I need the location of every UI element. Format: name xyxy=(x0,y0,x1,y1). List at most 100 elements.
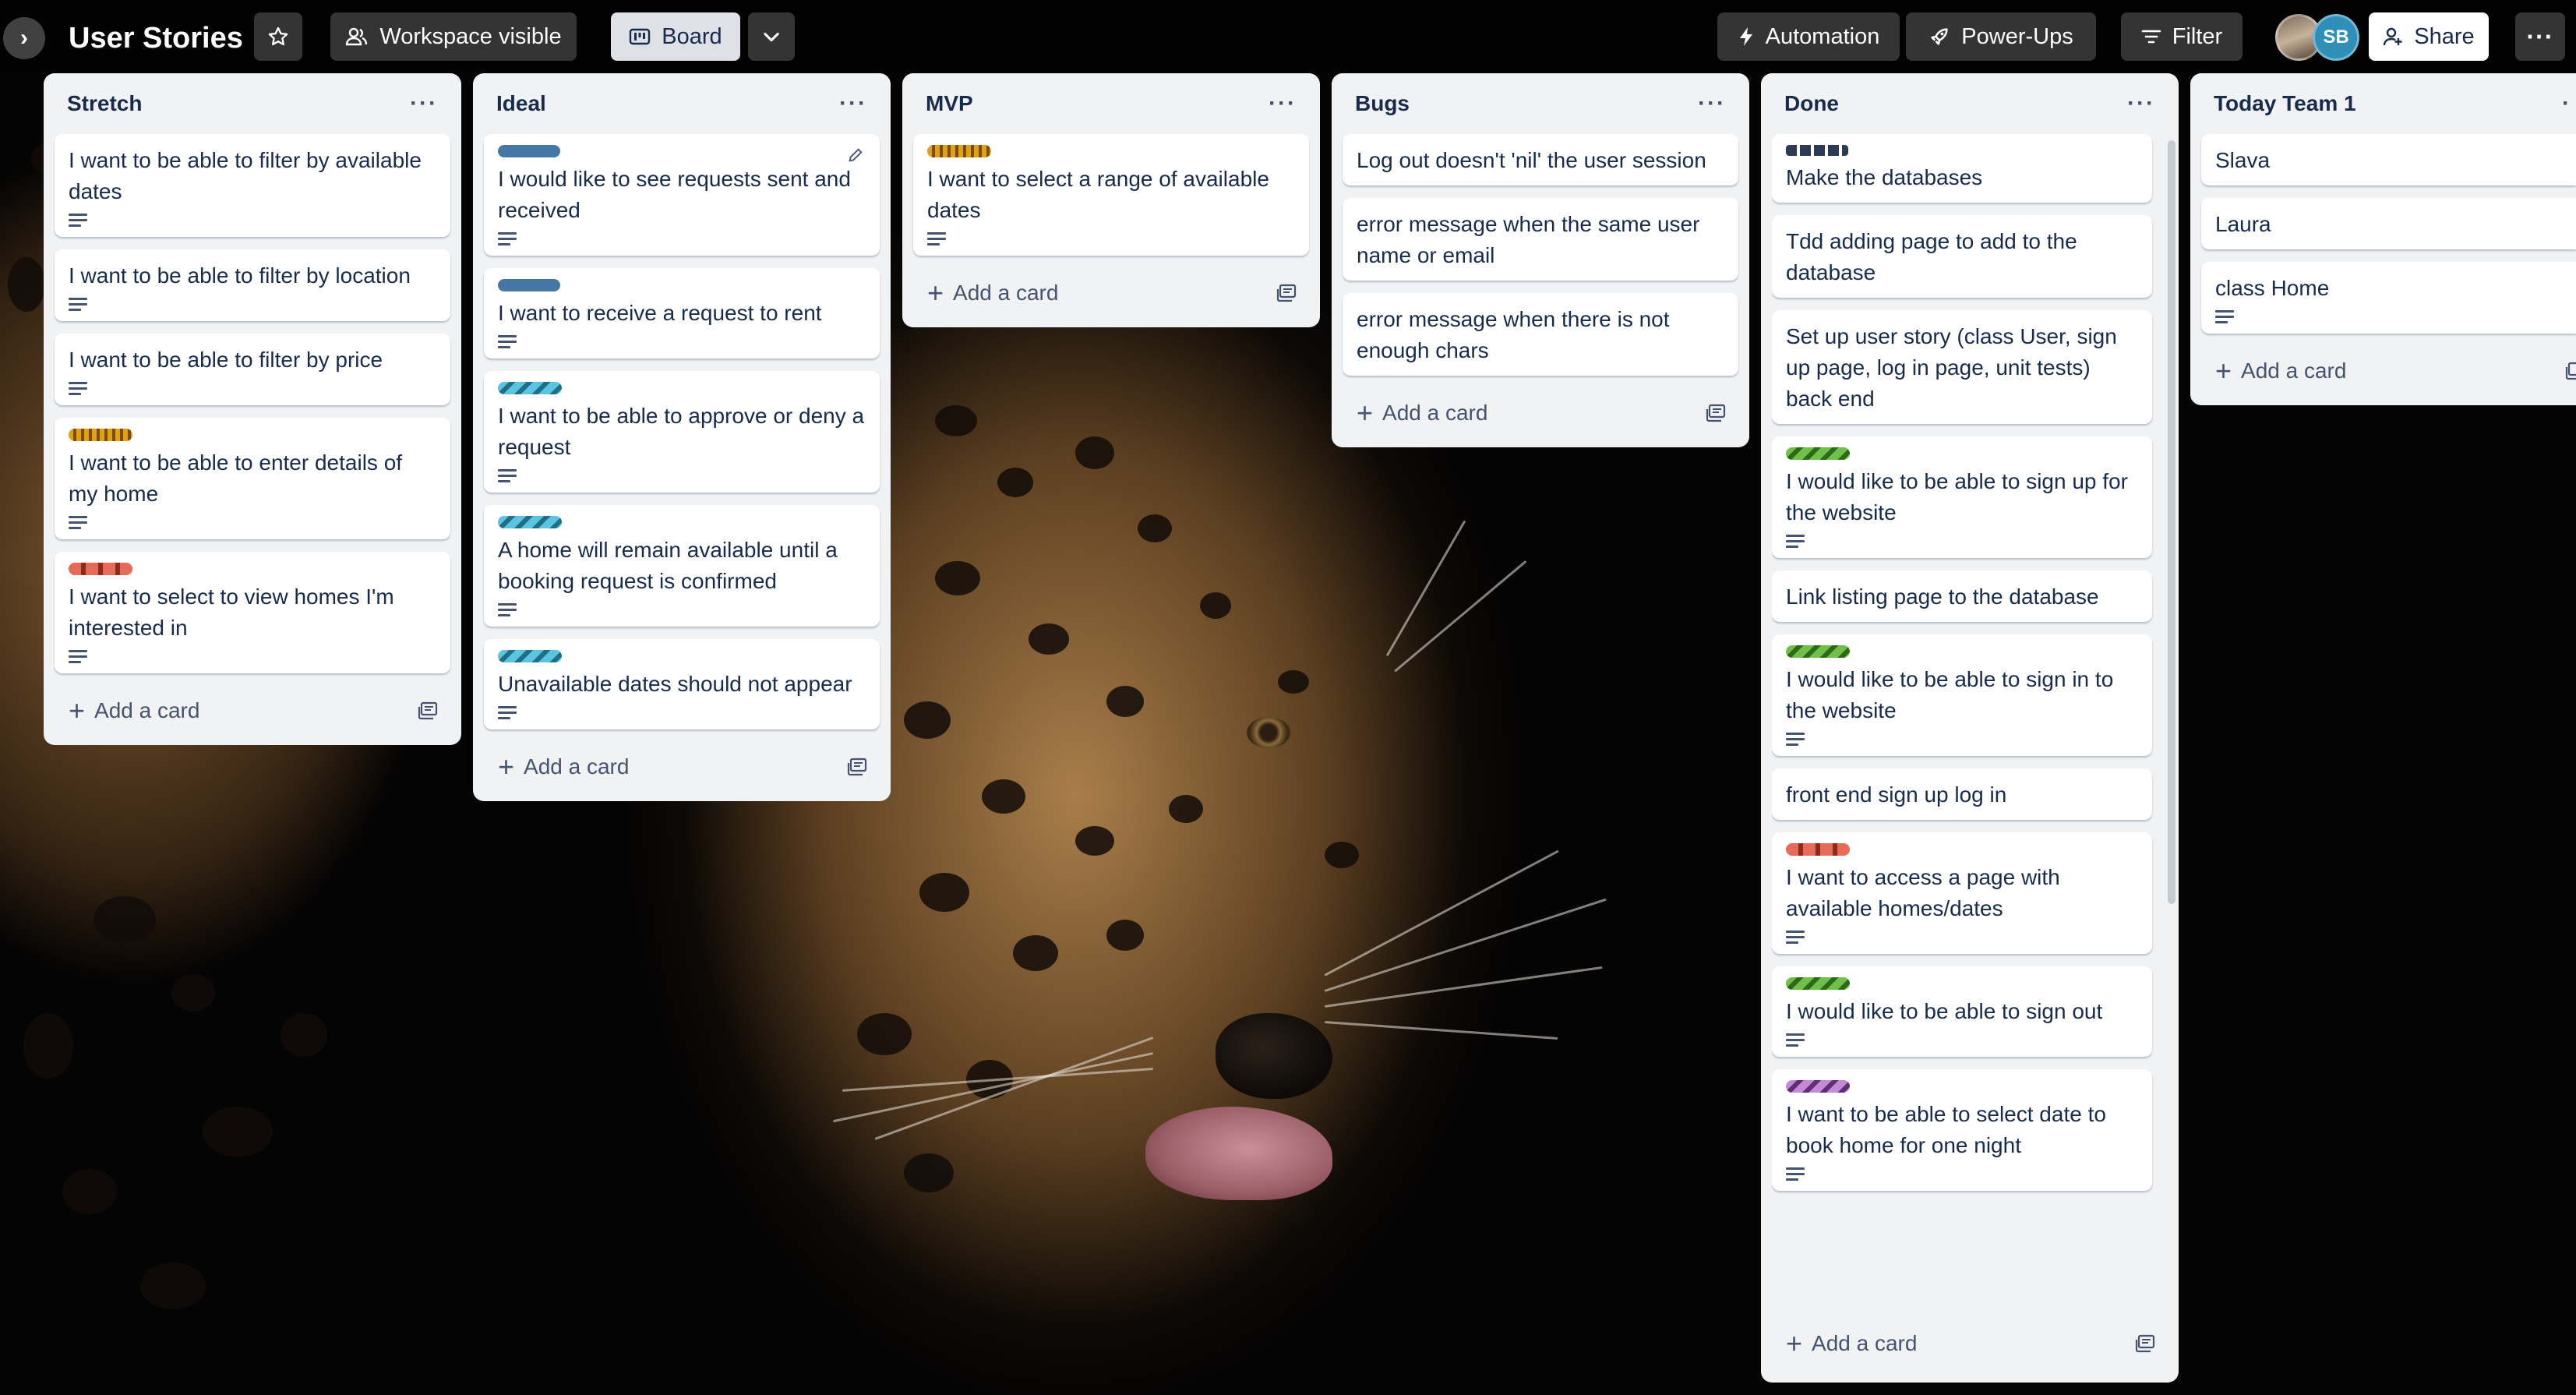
expand-sidebar-button[interactable]: › xyxy=(3,17,45,59)
add-card-button[interactable]: + Add a card xyxy=(498,753,629,781)
card-template-icon[interactable] xyxy=(1276,284,1297,302)
card[interactable]: error message when there is not enough c… xyxy=(1343,293,1738,376)
power-ups-label: Power-Ups xyxy=(1961,23,2073,49)
card-template-icon[interactable] xyxy=(2135,1334,2155,1353)
add-card-label: Add a card xyxy=(524,754,630,779)
add-card-button[interactable]: + Add a card xyxy=(1786,1330,1917,1358)
list-header: Bugs ··· xyxy=(1343,73,1738,134)
add-card-button[interactable]: + Add a card xyxy=(2215,357,2346,385)
description-icon xyxy=(498,705,518,720)
description-icon xyxy=(69,648,89,664)
card[interactable]: Slava xyxy=(2201,134,2576,185)
list-menu-icon[interactable]: · xyxy=(2562,90,2571,117)
add-card-row: + Add a card xyxy=(55,686,450,736)
card[interactable]: I want to receive a request to rent xyxy=(484,268,880,358)
list-title[interactable]: Today Team 1 xyxy=(2214,91,2356,116)
card-template-icon[interactable] xyxy=(847,758,867,776)
card-title: error message when the same user name or… xyxy=(1357,212,1700,267)
card[interactable]: I want to be able to filter by price xyxy=(55,334,450,405)
card[interactable]: I would like to be able to sign up for t… xyxy=(1772,436,2152,558)
card[interactable]: I want to access a page with available h… xyxy=(1772,832,2152,954)
card[interactable]: I want to be able to filter by available… xyxy=(55,134,450,237)
list-title[interactable]: Done xyxy=(1784,91,1839,116)
description-icon xyxy=(498,602,518,617)
card[interactable]: I want to select a range of available da… xyxy=(913,134,1309,256)
card-title: I want to be able to approve or deny a r… xyxy=(498,404,865,459)
card-label[interactable] xyxy=(1786,977,1850,990)
add-card-button[interactable]: + Add a card xyxy=(927,279,1058,307)
more-icon: ··· xyxy=(2526,22,2554,51)
card-label[interactable] xyxy=(1786,447,1850,460)
filter-button[interactable]: Filter xyxy=(2121,12,2243,61)
list-menu-icon[interactable]: ··· xyxy=(410,90,438,117)
card-label[interactable] xyxy=(498,279,560,291)
list-cards-scroll[interactable]: Make the databases Tdd adding page to ad… xyxy=(1772,134,2168,1319)
card-template-icon[interactable] xyxy=(1706,404,1726,422)
card-label[interactable] xyxy=(927,145,991,157)
card[interactable]: I would like to be able to sign out xyxy=(1772,966,2152,1057)
avatar-initials-text: SB xyxy=(2323,26,2349,48)
card[interactable]: I want to be able to filter by location xyxy=(55,249,450,321)
card[interactable]: front end sign up log in xyxy=(1772,768,2152,820)
list-title[interactable]: Bugs xyxy=(1355,91,1410,116)
card[interactable]: I want to select to view homes I'm inter… xyxy=(55,552,450,673)
card[interactable]: I want to be able to select date to book… xyxy=(1772,1069,2152,1191)
card-title: I want to select to view homes I'm inter… xyxy=(69,584,394,640)
card[interactable]: I would like to see requests sent and re… xyxy=(484,134,880,256)
card-template-icon[interactable] xyxy=(2565,362,2576,380)
card[interactable]: Log out doesn't 'nil' the user session xyxy=(1343,134,1738,185)
list-title[interactable]: Ideal xyxy=(496,91,546,116)
card[interactable]: I would like to be able to sign in to th… xyxy=(1772,634,2152,756)
share-button[interactable]: Share xyxy=(2369,12,2489,61)
list-scrollbar[interactable] xyxy=(2168,140,2175,904)
card[interactable]: class Home xyxy=(2201,262,2576,334)
list-menu-icon[interactable]: ··· xyxy=(1698,90,1726,117)
card-label[interactable] xyxy=(1786,645,1850,658)
board-view-button[interactable]: Board xyxy=(611,12,740,61)
card[interactable]: Unavailable dates should not appear xyxy=(484,639,880,729)
list-menu-icon[interactable]: ··· xyxy=(2127,90,2155,117)
card-template-icon[interactable] xyxy=(418,701,438,720)
view-switcher-dropdown[interactable] xyxy=(748,12,795,61)
card[interactable]: A home will remain available until a boo… xyxy=(484,505,880,627)
card[interactable]: I want to be able to approve or deny a r… xyxy=(484,371,880,493)
card-title: I would like to be able to sign up for t… xyxy=(1786,469,2128,524)
star-board-button[interactable] xyxy=(254,12,302,61)
board-header: › User Stories Workspace visible Board A… xyxy=(0,0,2576,72)
card-label[interactable] xyxy=(498,382,562,394)
board-menu-button[interactable]: ··· xyxy=(2515,12,2565,61)
visibility-button[interactable]: Workspace visible xyxy=(330,12,577,61)
list-menu-icon[interactable]: ··· xyxy=(839,90,867,117)
card-label[interactable] xyxy=(498,145,560,157)
card-label[interactable] xyxy=(498,650,562,662)
automation-button[interactable]: Automation xyxy=(1717,12,1900,61)
card[interactable]: Link listing page to the database xyxy=(1772,570,2152,622)
card-title: Laura xyxy=(2215,212,2271,236)
card-label[interactable] xyxy=(69,563,132,575)
card-title: Unavailable dates should not appear xyxy=(498,672,852,696)
card-label[interactable] xyxy=(1786,1080,1850,1093)
card[interactable]: error message when the same user name or… xyxy=(1343,198,1738,281)
power-ups-button[interactable]: Power-Ups xyxy=(1906,12,2096,61)
card[interactable]: Tdd adding page to add to the database xyxy=(1772,215,2152,298)
card-label[interactable] xyxy=(1786,145,1848,156)
card-title: Link listing page to the database xyxy=(1786,584,2099,609)
add-card-button[interactable]: + Add a card xyxy=(1357,399,1487,427)
card[interactable]: Make the databases xyxy=(1772,134,2152,203)
card-label[interactable] xyxy=(1786,843,1850,856)
list-title[interactable]: Stretch xyxy=(67,91,142,116)
card[interactable]: Set up user story (class User, sign up p… xyxy=(1772,310,2152,424)
card-title: class Home xyxy=(2215,276,2330,300)
list-title[interactable]: MVP xyxy=(926,91,973,116)
add-card-label: Add a card xyxy=(953,281,1059,305)
board-title[interactable]: User Stories xyxy=(69,19,243,58)
card-label[interactable] xyxy=(498,516,562,528)
card[interactable]: I want to be able to enter details of my… xyxy=(55,418,450,539)
card-title: I want to be able to filter by location xyxy=(69,263,411,288)
member-avatar-initials[interactable]: SB xyxy=(2313,14,2359,61)
card-label[interactable] xyxy=(69,429,132,441)
add-card-button[interactable]: + Add a card xyxy=(69,697,199,725)
list-menu-icon[interactable]: ··· xyxy=(1269,90,1297,117)
pencil-icon[interactable] xyxy=(847,147,864,164)
card[interactable]: Laura xyxy=(2201,198,2576,249)
